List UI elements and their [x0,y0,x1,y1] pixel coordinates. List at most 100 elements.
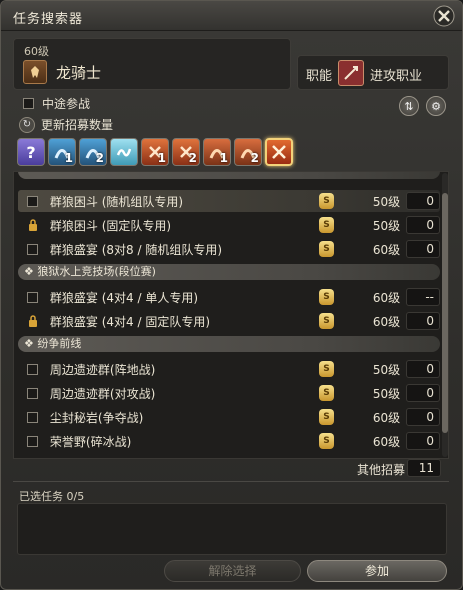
duty-list[interactable]: 群狼困斗 (随机组队专用) S 50级 0 群狼困斗 (固定队专用) S 50级… [13,171,449,459]
filter-roulette[interactable]: ? [17,138,45,166]
pvp-token-icon: S [318,361,335,377]
settings-button[interactable]: ⚙ [426,96,446,116]
filter-trial-2[interactable]: 2 [172,138,200,166]
duty-row[interactable]: 周边遗迹群(阵地战) S 50级 0 [18,358,441,380]
duty-count: 0 [406,312,441,330]
duty-list-scrollbar[interactable] [442,173,448,457]
lock-icon [28,315,37,327]
duty-level: 60级 [372,314,401,329]
role-label: 职能 [306,69,333,84]
duty-checkbox[interactable] [27,435,39,447]
filter-badge: 1 [157,151,166,165]
question-icon: ? [26,142,36,162]
sort-arrows-icon: ⇅ [404,99,414,113]
duty-name: 群狼困斗 (固定队专用) [49,218,172,233]
join-button[interactable]: 参加 [307,560,447,582]
dragoon-job-icon [23,60,47,84]
duty-name: 荣誉野(碎冰战) [49,434,132,449]
divider [13,481,449,482]
duty-level: 60级 [372,434,401,449]
duty-level: 60级 [372,290,401,305]
pvp-token-icon: S [318,409,335,425]
duty-level: 60级 [372,242,401,257]
duty-checkbox[interactable] [27,387,39,399]
close-button[interactable] [432,4,456,28]
job-name: 龙骑士 [56,64,102,82]
other-recruit-label: 其他招募 [357,463,406,477]
duty-level: 50级 [372,218,401,233]
pvp-token-icon: S [318,241,335,257]
duty-name: 群狼盛宴 (8对8 / 随机组队专用) [49,242,223,257]
pvp-token-icon: S [318,193,335,209]
filter-trial-1[interactable]: 1 [141,138,169,166]
duty-checkbox[interactable] [27,243,39,255]
pvp-token-icon: S [318,313,335,329]
category-header[interactable]: ❖ 狼狱水上竞技场(段位赛) [18,264,440,280]
duty-row[interactable]: 群狼困斗 (固定队专用) S 50级 0 [18,214,441,236]
refresh-icon[interactable]: ↻ [19,116,35,133]
pvp-token-icon: S [318,385,335,401]
duty-level: 60级 [372,410,401,425]
scrollbar-thumb[interactable] [442,193,448,433]
role-panel: 职能 进攻职业 [297,55,449,90]
gear-icon: ⚙ [431,99,441,113]
filter-dungeon-2[interactable]: 2 [79,138,107,166]
filter-dungeon-1[interactable]: 1 [48,138,76,166]
category-header[interactable]: ❖ 纷争前线 [18,336,440,352]
filter-badge: 1 [64,151,73,165]
filter-guildhest[interactable] [110,138,138,166]
duty-name: 周边遗迹群(阵地战) [49,362,156,377]
duty-checkbox[interactable] [27,411,39,423]
duty-count: -- [406,288,441,306]
filter-badge: 1 [219,151,228,165]
pvp-token-icon: S [318,289,335,305]
duty-row[interactable]: 群狼盛宴 (8对8 / 随机组队专用) S 60级 0 [18,238,441,260]
filter-badge: 2 [188,151,197,165]
duty-name: 尘封秘岩(争夺战) [49,410,144,425]
dps-role-icon [338,60,364,86]
duty-count: 0 [406,432,441,450]
duty-name: 周边遗迹群(对攻战) [49,386,156,401]
duty-checkbox[interactable] [27,195,39,207]
duty-count: 0 [406,240,441,258]
filter-badge: 2 [250,151,259,165]
duty-finder-window: 任务搜索器 60级 龙骑士 职能 进攻职业 中途参战 ↻ 更新招募数量 ⇅ ⚙ [0,0,463,590]
filter-raid-1[interactable]: 1 [203,138,231,166]
duty-level: 50级 [372,362,401,377]
duty-row[interactable]: 尘封秘岩(争夺战) S 60级 0 [18,406,441,428]
duty-row[interactable]: 荣誉野(碎冰战) S 60级 0 [18,430,441,452]
duty-row[interactable]: 群狼盛宴 (4对4 / 固定队专用) S 60级 0 [18,310,441,332]
duty-name: 群狼困斗 (随机组队专用) [49,194,184,209]
category-header-clipped[interactable] [18,172,440,179]
lock-icon [28,219,37,231]
clear-selection-button[interactable]: 解除选择 [164,560,301,582]
duty-row[interactable]: 群狼盛宴 (4对4 / 单人专用) S 60级 -- [18,286,441,308]
duty-count: 0 [406,384,441,402]
duty-count: 0 [406,216,441,234]
update-recruit-option[interactable]: ↻ 更新招募数量 [19,116,113,133]
duty-category-filters: ? 1 2 1 2 1 2 [17,138,293,166]
update-recruit-label: 更新招募数量 [41,118,114,132]
duty-checkbox[interactable] [27,363,39,375]
duty-row[interactable]: 群狼困斗 (随机组队专用) S 50级 0 [18,190,441,212]
sort-button[interactable]: ⇅ [399,96,419,116]
title-bar[interactable]: 任务搜索器 [1,1,462,31]
duty-row[interactable]: 周边遗迹群(对攻战) S 50级 0 [18,382,441,404]
duty-count: 0 [406,192,441,210]
role-value: 进攻职业 [370,69,423,84]
join-in-progress-option[interactable]: 中途参战 [23,95,90,112]
join-in-progress-checkbox[interactable] [23,98,34,109]
duty-count: 0 [406,360,441,378]
category-label: 纷争前线 [37,337,82,350]
filter-raid-2[interactable]: 2 [234,138,262,166]
filter-pvp[interactable] [265,138,293,166]
duty-level: 50级 [372,386,401,401]
window-title: 任务搜索器 [13,12,84,27]
filter-badge: 2 [95,151,104,165]
pvp-icon [272,145,286,159]
selected-duties-box [17,503,447,555]
duty-checkbox[interactable] [27,291,39,303]
duty-name: 群狼盛宴 (4对4 / 单人专用) [49,290,199,305]
wave-icon [116,148,132,157]
close-icon [433,5,455,27]
